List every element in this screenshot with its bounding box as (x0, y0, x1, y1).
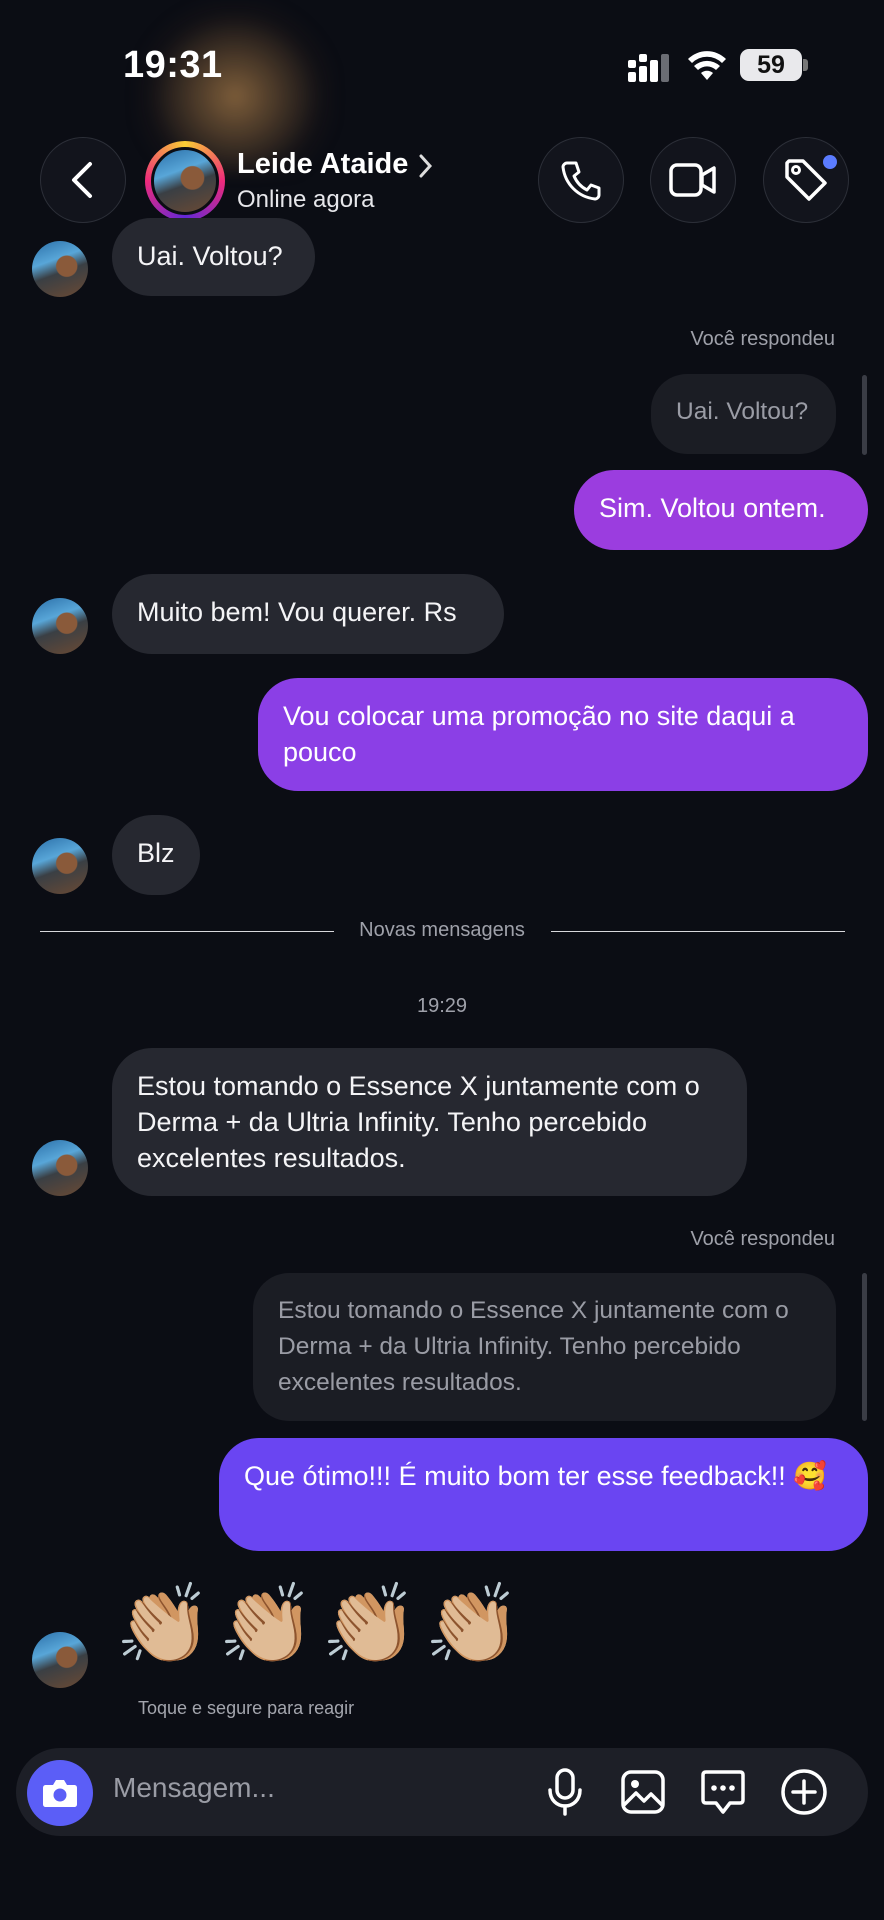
reply-indicator-bar (862, 1273, 867, 1421)
chevron-left-icon (72, 162, 92, 198)
outgoing-message[interactable]: Vou colocar uma promoção no site daqui a… (258, 678, 868, 791)
camera-button[interactable] (27, 1760, 93, 1826)
incoming-message[interactable]: Uai. Voltou? (112, 218, 315, 296)
incoming-message[interactable]: Blz (112, 815, 200, 895)
incoming-message[interactable]: Estou tomando o Essence X juntamente com… (112, 1048, 747, 1196)
incoming-message[interactable]: Muito bem! Vou querer. Rs (112, 574, 504, 654)
call-button[interactable] (538, 137, 624, 223)
message-input[interactable]: Mensagem... (113, 1772, 275, 1804)
battery-indicator: 59 (740, 49, 802, 81)
status-time: 19:31 (123, 44, 223, 86)
back-button[interactable] (40, 137, 126, 223)
camera-icon (43, 1780, 77, 1807)
divider-line (551, 931, 845, 932)
sender-avatar[interactable] (32, 1632, 88, 1688)
reply-label: Você respondeu (690, 328, 835, 350)
video-call-button[interactable] (650, 137, 736, 223)
reply-indicator-bar (862, 375, 867, 455)
sender-avatar[interactable] (32, 241, 88, 297)
timestamp: 19:29 (416, 995, 468, 1017)
chevron-right-icon[interactable] (418, 153, 434, 179)
image-icon (621, 1770, 665, 1814)
quoted-message[interactable]: Estou tomando o Essence X juntamente com… (253, 1273, 836, 1421)
sender-avatar[interactable] (32, 838, 88, 894)
outgoing-message[interactable]: Sim. Voltou ontem. (574, 470, 868, 550)
contact-status: Online agora (237, 186, 375, 213)
plus-circle-icon (781, 1769, 827, 1815)
chat-bubble-icon (701, 1770, 745, 1814)
reaction-hint: Toque e segure para reagir (138, 1698, 355, 1718)
contact-avatar[interactable] (145, 141, 225, 221)
gallery-button[interactable] (617, 1766, 669, 1818)
add-button[interactable] (778, 1766, 830, 1818)
sender-avatar[interactable] (32, 1140, 88, 1196)
notification-dot (823, 155, 837, 169)
tag-button[interactable] (763, 137, 849, 223)
tag-icon (785, 159, 827, 201)
microphone-icon (548, 1768, 582, 1816)
battery-tip (803, 59, 808, 71)
video-camera-icon (669, 163, 716, 197)
wifi-icon (688, 51, 726, 80)
reply-label: Você respondeu (690, 1228, 835, 1250)
contact-photo (151, 147, 219, 215)
clapping-reaction[interactable]: 👏🏼👏🏼👏🏼👏🏼 (115, 1585, 527, 1663)
microphone-button[interactable] (539, 1766, 591, 1818)
phone-icon (561, 161, 601, 201)
contact-name[interactable]: Leide Ataide (237, 148, 408, 181)
sender-avatar[interactable] (32, 598, 88, 654)
sticker-chat-button[interactable] (697, 1766, 749, 1818)
quoted-message[interactable]: Uai. Voltou? (651, 374, 836, 454)
cellular-signal-icon (628, 54, 669, 82)
outgoing-message[interactable]: Que ótimo!!! É muito bom ter esse feedba… (219, 1438, 868, 1551)
